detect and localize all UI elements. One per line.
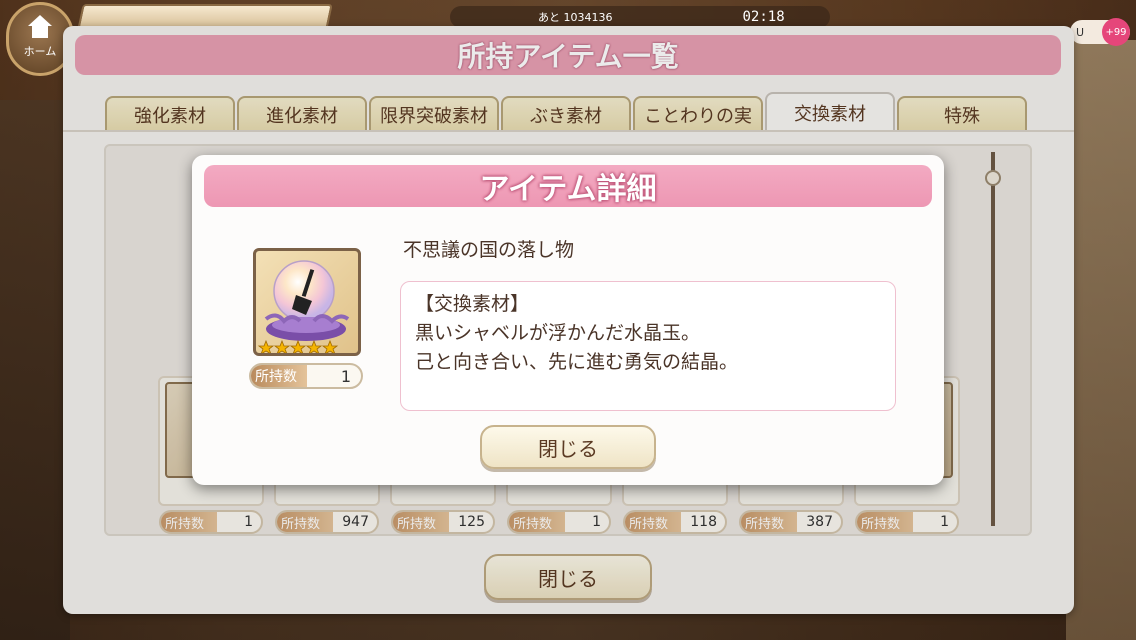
item-description: 【交換素材】 黒いシャベルが浮かんだ水晶玉。 己と向き合い、先に進む勇気の結晶。 <box>400 281 896 411</box>
notification-badge[interactable]: U +99 <box>1070 18 1130 46</box>
remain-counter: あと 1034136 <box>538 11 613 24</box>
item-detail-modal: アイテム詳細 所持数 1 不思議の国の落し物 【交換素材】 黒いシャベルが浮かん… <box>192 155 944 485</box>
owned-count-pill: 所持数 1 <box>249 363 363 389</box>
description-line: 己と向き合い、先に進む勇気の結晶。 <box>415 351 739 373</box>
notification-prefix: U <box>1076 25 1085 39</box>
owned-value: 1 <box>340 366 351 386</box>
owned-caption: 所持数 <box>251 365 307 387</box>
top-time-box: あと 1034136 02:18 <box>450 6 830 28</box>
home-icon <box>27 15 53 39</box>
crystal-ball-shovel-icon <box>253 248 361 356</box>
clock-time: 02:18 <box>742 9 785 25</box>
modal-close-button[interactable]: 閉じる <box>480 425 656 469</box>
modal-title: アイテム詳細 <box>204 165 932 207</box>
description-line: 黒いシャベルが浮かんだ水晶玉。 <box>415 322 701 344</box>
background-building-right <box>1066 40 1136 640</box>
notification-count: +99 <box>1102 18 1130 46</box>
item-name: 不思議の国の落し物 <box>403 239 575 261</box>
description-line: 【交換素材】 <box>415 293 530 315</box>
background-building-left <box>0 100 70 640</box>
home-label: ホーム <box>23 45 57 58</box>
